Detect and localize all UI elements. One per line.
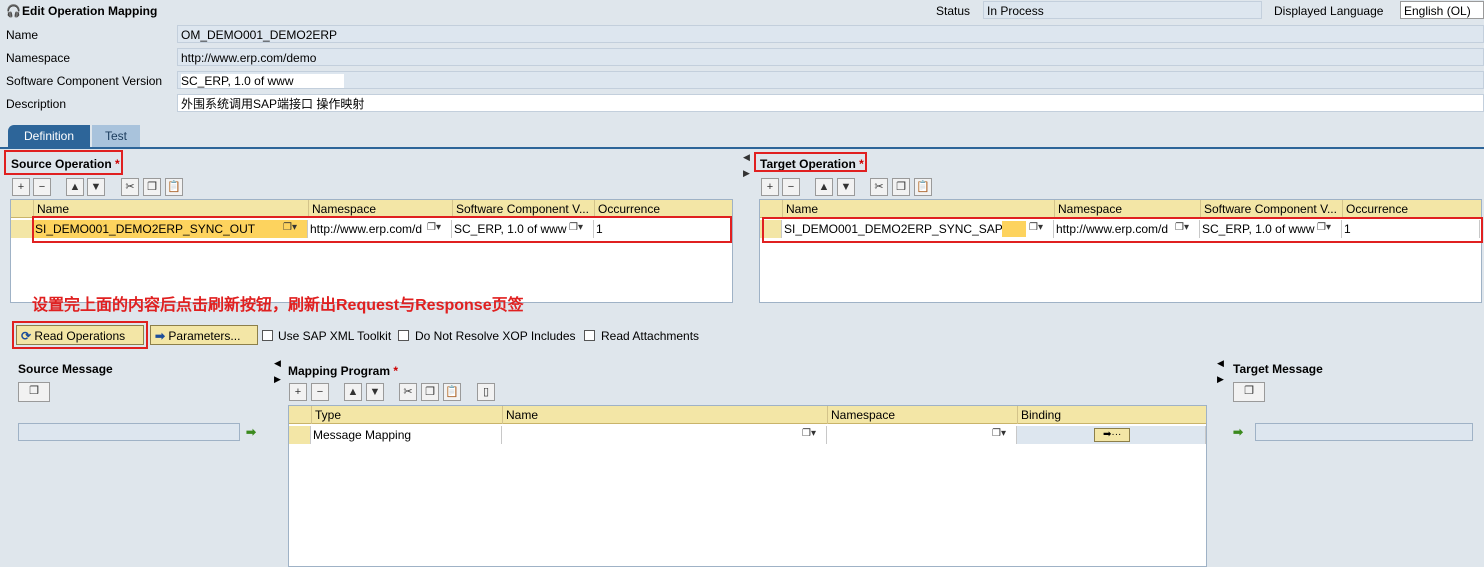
use-sap-xml-label: Use SAP XML Toolkit	[278, 329, 392, 343]
delete-row-icon[interactable]: −	[782, 178, 800, 196]
mapping-namespace-cell[interactable]	[827, 426, 1017, 444]
source-op-title-box	[4, 150, 123, 175]
tab-definition[interactable]: Definition	[8, 125, 90, 147]
target-message-field	[1255, 423, 1473, 441]
col-type: Type	[311, 406, 502, 424]
source-op-table: Name Namespace Software Component V... O…	[10, 199, 733, 303]
description-label: Description	[6, 97, 67, 111]
namespace-field: http://www.erp.com/demo	[177, 48, 1484, 66]
col-name: Name	[502, 406, 827, 424]
arrow-right-icon: ➡	[155, 329, 166, 343]
move-up-icon[interactable]: ▲	[344, 383, 362, 401]
splitter-right-icon[interactable]: ▶	[743, 168, 750, 179]
language-value: English (OL)	[1404, 4, 1471, 18]
row-selector[interactable]	[11, 220, 33, 238]
page-title: Edit Operation Mapping	[22, 4, 158, 18]
namespace-label: Namespace	[6, 51, 71, 65]
annotation-text: 设置完上面的内容后点击刷新按钮，刷新出Request与Response页签	[32, 297, 524, 314]
source-op-row-box	[32, 216, 732, 243]
col-namespace: Namespace	[827, 406, 1017, 424]
mapping-program-title: Mapping Program *	[288, 364, 399, 378]
col-name: Name	[782, 200, 1054, 218]
language-select[interactable]: English (OL)	[1400, 1, 1484, 19]
paste-icon[interactable]: 📋	[443, 383, 461, 401]
move-down-icon[interactable]: ▼	[366, 383, 384, 401]
cut-icon[interactable]: ✂	[399, 383, 417, 401]
move-down-icon[interactable]: ▼	[837, 178, 855, 196]
col-binding: Binding	[1017, 406, 1206, 424]
language-label: Displayed Language	[1274, 4, 1384, 18]
swcv-field: SC_ERP, 1.0 of www	[177, 71, 1484, 89]
parameters-button[interactable]: ➡ Parameters...	[150, 325, 258, 345]
splitter-right-icon[interactable]: ▶	[1217, 374, 1224, 385]
col-swcv: Software Component V...	[1200, 200, 1342, 218]
delete-row-icon[interactable]: −	[33, 178, 51, 196]
description-field[interactable]: 外围系统调用SAP端接口 操作映射	[177, 94, 1484, 112]
use-sap-xml-checkbox[interactable]	[262, 330, 273, 341]
splitter-right-icon[interactable]: ▶	[274, 374, 281, 385]
target-op-table-header: Name Namespace Software Component V... O…	[760, 200, 1481, 218]
copy-icon[interactable]: ❐	[18, 382, 50, 402]
target-op-title-box	[754, 152, 867, 172]
add-row-icon[interactable]: +	[12, 178, 30, 196]
move-up-icon[interactable]: ▲	[66, 178, 84, 196]
copy-icon[interactable]: ❐	[421, 383, 439, 401]
delete-row-icon[interactable]: −	[311, 383, 329, 401]
source-message-title: Source Message	[18, 362, 113, 376]
status-label: Status	[936, 4, 971, 18]
mapping-type-cell[interactable]: Message Mapping	[311, 426, 502, 444]
splitter-left-icon[interactable]: ◀	[274, 358, 281, 369]
col-occurrence: Occurrence	[1342, 200, 1481, 218]
headset-icon: 🎧	[6, 4, 21, 18]
move-up-icon[interactable]: ▲	[815, 178, 833, 196]
target-op-table: Name Namespace Software Component V... O…	[759, 199, 1482, 303]
copy-icon[interactable]: ❐	[892, 178, 910, 196]
move-down-icon[interactable]: ▼	[87, 178, 105, 196]
tab-underline	[0, 147, 1484, 149]
target-message-title: Target Message	[1233, 362, 1323, 376]
col-namespace: Namespace	[1054, 200, 1200, 218]
row-selector[interactable]	[289, 426, 311, 444]
arrow-right-icon: ➡	[1233, 425, 1244, 439]
document-icon[interactable]: ▯	[477, 383, 495, 401]
copy-icon[interactable]: ❐	[1233, 382, 1265, 402]
paste-icon[interactable]: 📋	[914, 178, 932, 196]
name-field: OM_DEMO001_DEMO2ERP	[177, 25, 1484, 43]
do-not-resolve-checkbox[interactable]	[398, 330, 409, 341]
value-help-icon[interactable]: ❐▾	[992, 428, 1006, 439]
mapping-table-header: Type Name Namespace Binding	[289, 406, 1206, 424]
tab-test[interactable]: Test	[92, 125, 140, 147]
cut-icon[interactable]: ✂	[121, 178, 139, 196]
swcv-label: Software Component Version	[6, 74, 163, 88]
name-label: Name	[6, 28, 39, 42]
cut-icon[interactable]: ✂	[870, 178, 888, 196]
source-message-field	[18, 423, 240, 441]
read-operations-box	[12, 321, 148, 349]
mapping-name-cell[interactable]	[502, 426, 827, 444]
add-row-icon[interactable]: +	[289, 383, 307, 401]
value-help-icon[interactable]: ❐▾	[802, 428, 816, 439]
splitter-left-icon[interactable]: ◀	[1217, 358, 1224, 369]
add-row-icon[interactable]: +	[761, 178, 779, 196]
arrow-right-icon: ➡	[246, 425, 257, 439]
paste-icon[interactable]: 📋	[165, 178, 183, 196]
read-attachments-label: Read Attachments	[601, 329, 700, 343]
mapping-program-table: Type Name Namespace Binding Message Mapp…	[288, 405, 1207, 567]
do-not-resolve-label: Do Not Resolve XOP Includes	[415, 329, 576, 343]
status-field: In Process	[983, 1, 1262, 19]
copy-icon[interactable]: ❐	[143, 178, 161, 196]
splitter-left-icon[interactable]: ◀	[743, 152, 750, 163]
target-op-row-box	[762, 217, 1483, 243]
read-attachments-checkbox[interactable]	[584, 330, 595, 341]
swcv-value: SC_ERP, 1.0 of www	[181, 74, 344, 88]
binding-button[interactable]: ➡···	[1094, 428, 1130, 442]
